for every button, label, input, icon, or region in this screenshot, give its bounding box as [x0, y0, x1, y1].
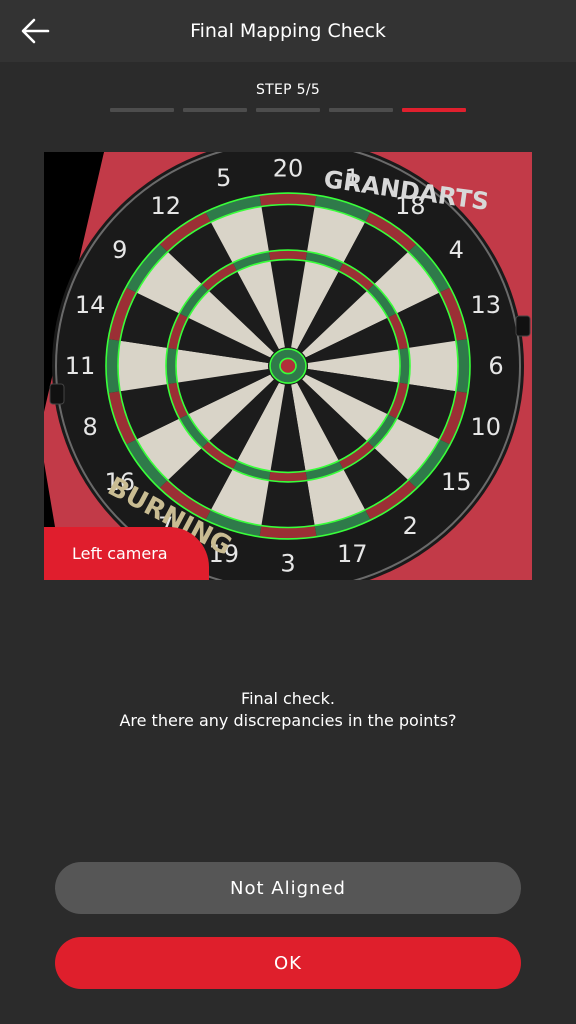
board-number: 13 [471, 291, 502, 319]
board-mount-right [515, 315, 531, 337]
board-number: 20 [273, 154, 304, 182]
message-line-1: Final check. [241, 689, 335, 708]
single-segment [261, 204, 315, 252]
camera-label-badge: Left camera [44, 527, 209, 580]
single-segment [118, 340, 168, 392]
page-title: Final Mapping Check [190, 20, 386, 42]
board-number: 4 [449, 236, 464, 264]
board-number: 2 [403, 512, 418, 540]
board-number: 3 [280, 550, 295, 578]
camera-view: 20 1 18 4 13 6 10 15 2 17 3 19 7 16 8 11 14 9 12 5 GRANDART… [44, 152, 532, 580]
board-number: 17 [337, 540, 368, 568]
board-mount-left [49, 383, 65, 405]
board-number: 8 [83, 413, 98, 441]
board-number: 5 [216, 164, 231, 192]
single-segment [408, 340, 458, 392]
ok-button[interactable]: OK [55, 937, 521, 989]
board-segments [106, 193, 471, 539]
step-progress [110, 108, 466, 112]
dartboard-image: 20 11841361015217319716811149125 GRANDART… [44, 152, 532, 580]
step-segment [110, 108, 174, 112]
confirmation-message: Final check. Are there any discrepancies… [0, 688, 576, 732]
step-segment-active [402, 108, 466, 112]
step-segment [183, 108, 247, 112]
not-aligned-button[interactable]: Not Aligned [55, 862, 521, 914]
board-number: 9 [112, 236, 127, 264]
board-number: 14 [75, 291, 106, 319]
board-number: 15 [441, 468, 472, 496]
board-number: 12 [150, 192, 181, 220]
app-header: Final Mapping Check [0, 0, 576, 62]
arrow-left-icon [21, 18, 50, 44]
board-number: 10 [471, 413, 502, 441]
message-line-2: Are there any discrepancies in the point… [119, 711, 457, 730]
step-segment [256, 108, 320, 112]
single-segment [261, 480, 315, 528]
step-label: STEP 5/5 [255, 82, 321, 98]
board-number: 11 [65, 352, 96, 380]
back-button[interactable] [14, 12, 56, 50]
step-segment [329, 108, 393, 112]
board-number: 6 [488, 352, 503, 380]
